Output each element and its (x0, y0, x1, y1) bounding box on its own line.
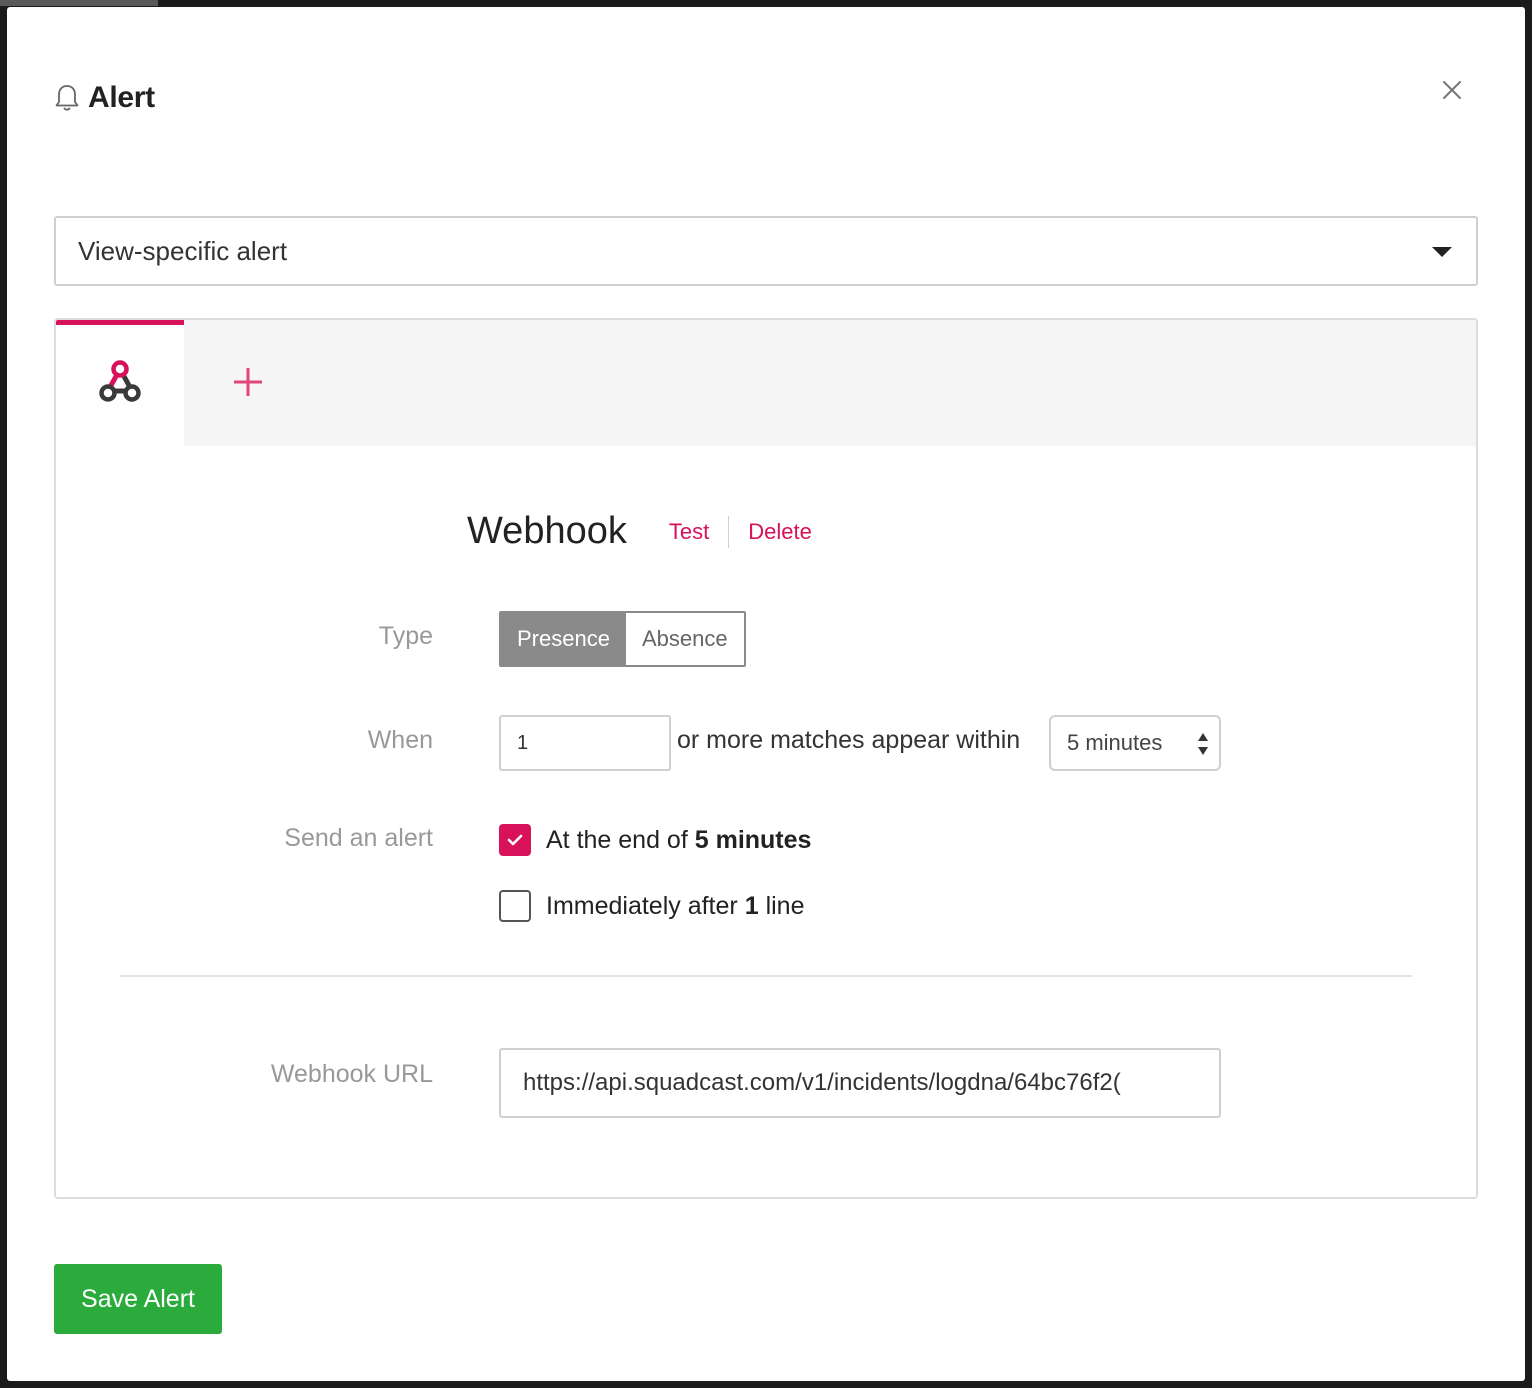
modal-header: Alert (54, 75, 155, 121)
webhook-icon (95, 360, 145, 411)
send-at-end-checkbox[interactable] (499, 824, 531, 856)
when-text: or more matches appear within (677, 726, 1021, 754)
alert-scope-value: View-specific alert (78, 235, 288, 266)
select-arrows-icon (1197, 731, 1209, 757)
webhook-url-label: Webhook URL (270, 1060, 433, 1088)
send-at-end-prefix: At the end of (546, 825, 688, 854)
send-immediately-count: 1 (744, 891, 759, 920)
channel-panel: Webhook Test Delete Type Presence Absenc… (54, 318, 1478, 1199)
section-divider (120, 975, 1412, 977)
alert-modal: Alert View-specific alert Webhook Test D… (7, 7, 1525, 1381)
type-label: Type (378, 622, 433, 650)
match-count-input[interactable] (499, 715, 671, 771)
type-segmented-control: Presence Absence (499, 611, 746, 667)
time-window-value: 5 minutes (1067, 730, 1163, 755)
type-option-absence[interactable]: Absence (625, 613, 744, 665)
send-alert-label: Send an alert (284, 824, 433, 852)
time-window-select[interactable]: 5 minutes (1049, 715, 1221, 771)
alert-scope-dropdown[interactable]: View-specific alert (54, 216, 1478, 286)
send-immediately-option: Immediately after 1 line (499, 890, 804, 922)
send-immediately-suffix: line (765, 891, 805, 920)
channel-header: Webhook Test Delete (467, 510, 812, 553)
when-label: When (367, 726, 433, 754)
link-divider (728, 515, 730, 548)
bell-icon (54, 83, 80, 113)
send-at-end-text: At the end of 5 minutes (546, 826, 811, 855)
plus-icon (232, 359, 264, 407)
close-button[interactable] (1439, 79, 1465, 105)
backdrop-strip (0, 0, 158, 6)
test-link[interactable]: Test (669, 519, 709, 545)
send-at-end-duration: 5 minutes (694, 825, 812, 854)
add-channel-button[interactable] (184, 320, 312, 446)
type-option-presence[interactable]: Presence (501, 613, 626, 665)
channel-tabbar (56, 320, 1476, 446)
close-icon (1443, 80, 1461, 104)
send-at-end-option: At the end of 5 minutes (499, 824, 811, 856)
checkmark-icon (507, 834, 523, 846)
caret-down-icon (1432, 247, 1452, 257)
delete-link[interactable]: Delete (748, 519, 812, 545)
send-immediately-checkbox[interactable] (499, 890, 531, 922)
channel-title: Webhook (467, 510, 627, 552)
tab-webhook[interactable] (56, 320, 184, 446)
modal-title: Alert (88, 81, 155, 114)
send-immediately-text: Immediately after 1 line (546, 892, 804, 921)
send-immediately-prefix: Immediately after (546, 891, 738, 920)
webhook-url-input[interactable] (499, 1048, 1221, 1118)
save-alert-button[interactable]: Save Alert (54, 1264, 222, 1334)
